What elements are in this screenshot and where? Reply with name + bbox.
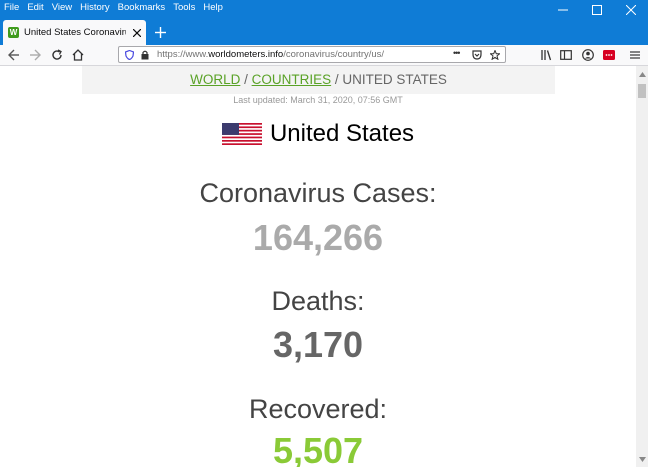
worldometer-favicon-icon: W [8, 27, 19, 38]
country-header: United States [0, 120, 636, 148]
extension-button[interactable] [601, 47, 617, 63]
sidebar-button[interactable] [558, 47, 574, 63]
pocket-icon[interactable] [472, 50, 482, 60]
maximize-icon [592, 5, 602, 15]
maximize-button[interactable] [580, 0, 614, 20]
forward-button[interactable] [27, 47, 43, 63]
breadcrumb-separator: / [331, 72, 343, 87]
title-bar: File Edit View History Bookmarks Tools H… [0, 0, 648, 45]
account-icon [582, 49, 594, 61]
menu-bar: File Edit View History Bookmarks Tools H… [0, 0, 231, 16]
breadcrumb-separator: / [240, 72, 252, 87]
breadcrumb-current: UNITED STATES [342, 72, 447, 87]
tab-active[interactable]: W United States Coronavirus: 164 [3, 20, 146, 45]
plus-icon [154, 26, 166, 38]
minimize-button[interactable] [546, 0, 580, 20]
menu-history[interactable]: History [80, 0, 110, 16]
breadcrumb-world-link[interactable]: WORLD [190, 72, 240, 87]
library-button[interactable] [538, 47, 554, 63]
back-button[interactable] [6, 47, 22, 63]
home-button[interactable] [70, 47, 86, 63]
chevron-down-icon [638, 456, 646, 462]
us-flag-icon [221, 123, 262, 145]
forward-arrow-icon [30, 49, 41, 61]
deaths-value: 3,170 [272, 324, 364, 365]
recovered-label: Recovered: [248, 394, 388, 424]
scroll-down-button[interactable] [636, 453, 648, 465]
url-text[interactable]: https://www.worldometers.info/coronaviru… [157, 49, 384, 60]
home-icon [72, 49, 84, 61]
hamburger-menu-icon [630, 51, 640, 59]
navigation-toolbar: https://www.worldometers.info/coronaviru… [0, 45, 648, 66]
chevron-up-icon [638, 71, 646, 77]
menu-tools[interactable]: Tools [173, 0, 195, 16]
sidebar-icon [560, 50, 572, 60]
page-content: WORLD / COUNTRIES / UNITED STATES Last u… [0, 66, 636, 467]
tracking-protection-shield-icon[interactable] [125, 50, 134, 60]
deaths-label: Deaths: [271, 286, 365, 316]
scroll-up-button[interactable] [636, 68, 648, 80]
tab-title: United States Coronavirus: 164 [24, 27, 126, 38]
new-tab-button[interactable] [150, 20, 170, 44]
country-name: United States [269, 120, 415, 147]
menu-bookmarks[interactable]: Bookmarks [118, 0, 166, 16]
breadcrumb-countries-link[interactable]: COUNTRIES [252, 72, 332, 87]
page-actions-menu-button[interactable]: ••• [453, 48, 461, 58]
menu-file[interactable]: File [4, 0, 19, 16]
breadcrumb: WORLD / COUNTRIES / UNITED STATES [82, 66, 555, 94]
reload-icon [52, 49, 62, 60]
reload-button[interactable] [49, 47, 65, 63]
account-button[interactable] [580, 47, 596, 63]
back-arrow-icon [8, 49, 19, 61]
vertical-scrollbar[interactable] [636, 66, 648, 467]
bookmark-star-icon[interactable] [490, 50, 500, 60]
open-menu-button[interactable] [627, 47, 643, 63]
recovered-value: 5,507 [272, 430, 364, 467]
lock-icon[interactable] [141, 50, 149, 60]
close-icon [133, 28, 141, 37]
address-bar[interactable]: https://www.worldometers.info/coronaviru… [118, 46, 506, 63]
last-updated-text: Last updated: March 31, 2020, 07:56 GMT [233, 95, 403, 105]
tab-close-button[interactable] [130, 26, 144, 40]
cases-label: Coronavirus Cases: [199, 178, 437, 208]
window-controls [546, 0, 648, 20]
menu-view[interactable]: View [52, 0, 72, 16]
scrollbar-thumb[interactable] [638, 84, 646, 98]
close-window-button[interactable] [614, 0, 648, 20]
minimize-icon [558, 9, 568, 11]
extension-icon [603, 50, 615, 60]
library-icon [541, 50, 552, 61]
menu-help[interactable]: Help [203, 0, 223, 16]
close-icon [626, 5, 636, 15]
menu-edit[interactable]: Edit [27, 0, 43, 16]
cases-value: 164,266 [252, 217, 384, 258]
